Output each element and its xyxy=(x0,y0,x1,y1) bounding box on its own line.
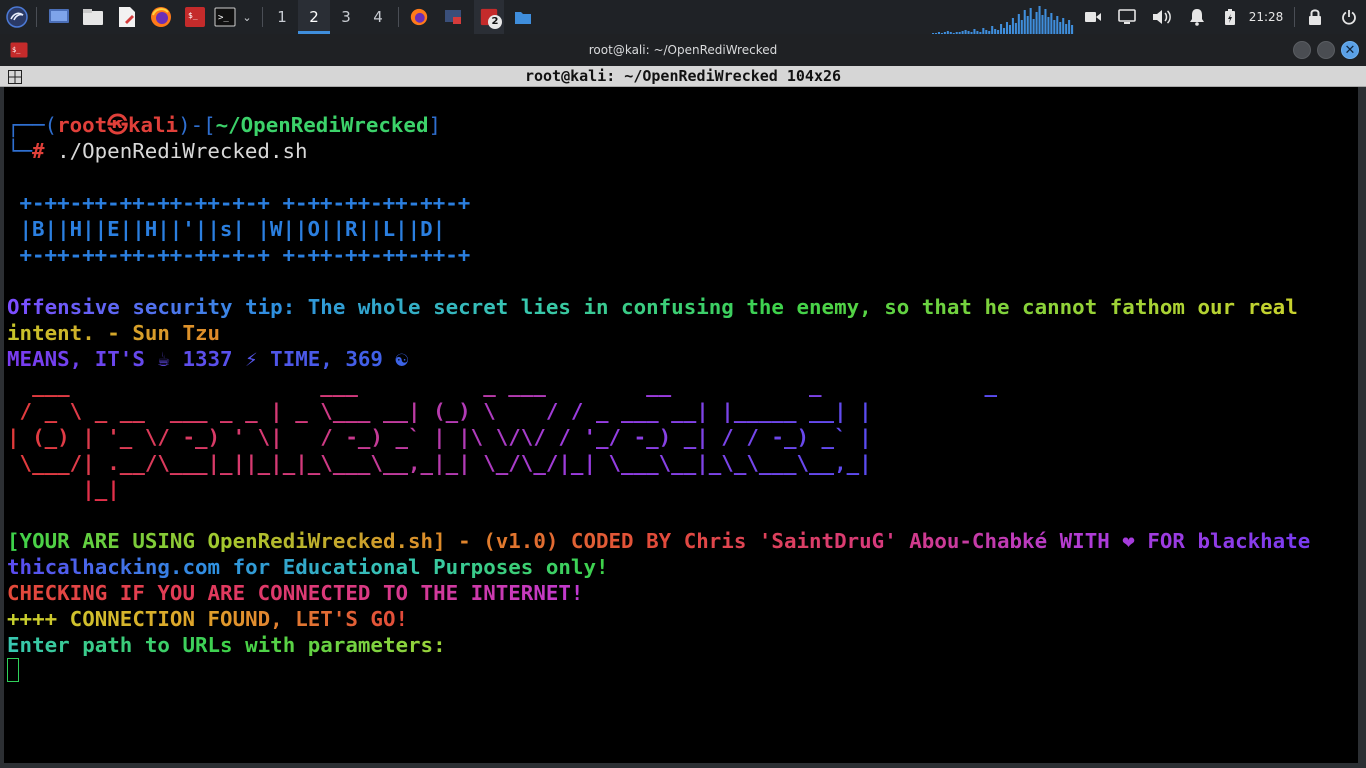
terminal-scrollbar[interactable] xyxy=(1358,87,1366,763)
banner-line-2: |B||H||E||H||'||s| |W||O||R||L||D| xyxy=(7,217,446,241)
terminal-icon[interactable]: >_ xyxy=(212,5,238,29)
cpu-graph-bar xyxy=(1026,16,1029,34)
file-manager-icon[interactable] xyxy=(80,5,106,29)
terminal-window: $_ root@kali: ~/OpenRediWrecked ✕ root@k… xyxy=(0,34,1366,768)
cpu-graph-bar xyxy=(1047,17,1050,34)
cpu-graph-bar xyxy=(1035,12,1038,34)
cpu-graph-bar xyxy=(1023,10,1026,34)
cpu-graph-bar xyxy=(1050,13,1053,34)
checking-line: CHECKING IF YOU ARE CONNECTED TO THE INT… xyxy=(7,581,584,605)
cpu-graph xyxy=(932,6,1074,34)
taskbar-firefox-icon[interactable] xyxy=(406,5,432,29)
taskbar-terminal-group[interactable]: 2 xyxy=(474,0,504,34)
svg-text:>_: >_ xyxy=(218,13,229,23)
means-line: MEANS, IT'S ☕ 1337 ⚡ TIME, 369 ☯ xyxy=(7,347,408,371)
workspace-1[interactable]: 1 xyxy=(266,0,298,34)
cpu-graph-bar xyxy=(991,26,994,34)
taskbar-folder-icon[interactable] xyxy=(510,5,536,29)
prompt-close: ] xyxy=(428,113,442,137)
prompt-corner: └─ xyxy=(7,139,33,163)
taskbar-count-badge: 2 xyxy=(488,15,502,29)
cpu-graph-bar xyxy=(1011,18,1014,34)
cpu-graph-bar xyxy=(1008,25,1011,34)
cpu-graph-bar xyxy=(1041,15,1044,34)
command-text: ./OpenRediWrecked.sh xyxy=(44,139,308,163)
workspace-2[interactable]: 2 xyxy=(298,0,330,34)
cpu-graph-bar xyxy=(1020,20,1023,34)
banner-line-3: +-++-++-++-++-++-+-+ +-++-++-++-++-+ xyxy=(7,243,471,267)
close-icon: ✕ xyxy=(1344,42,1356,58)
cpu-graph-bar xyxy=(1056,16,1059,34)
chevron-down-icon[interactable]: ⌄ xyxy=(240,5,254,29)
prompt-path: ~/OpenRediWrecked xyxy=(215,113,429,137)
volume-icon[interactable] xyxy=(1150,5,1174,29)
window-title: root@kali: ~/OpenRediWrecked xyxy=(588,43,778,57)
cpu-graph-bar xyxy=(1044,9,1047,34)
prompt-user-host: root㉿kali xyxy=(57,113,179,137)
cpu-graph-bar xyxy=(1005,22,1009,34)
security-tip-line-2: intent. - Sun Tzu xyxy=(7,321,221,345)
desktop-icon[interactable] xyxy=(46,5,72,29)
kali-menu-icon[interactable] xyxy=(4,5,30,29)
ascii-art-line-4: \___/| .__/\___|_||_|_|_\___\__,_|_| \_/… xyxy=(19,451,872,475)
clock[interactable]: 21:28 xyxy=(1246,0,1286,34)
enter-path-prompt: Enter path to URLs with parameters: xyxy=(7,633,446,657)
using-line: [YOUR ARE USING OpenRediWrecked.sh] - (v… xyxy=(7,529,1311,553)
close-button[interactable]: ✕ xyxy=(1341,41,1359,59)
connection-found-line: ++++ CONNECTION FOUND, LET'S GO! xyxy=(7,607,408,631)
terminal-cursor[interactable] xyxy=(7,658,19,682)
cpu-graph-bar xyxy=(1029,8,1032,34)
cpu-graph-bar xyxy=(1032,19,1035,34)
terminal-emulator-icon[interactable]: $_ xyxy=(182,5,208,29)
window-titlebar[interactable]: $_ root@kali: ~/OpenRediWrecked ✕ xyxy=(0,34,1366,66)
notification-bell-icon[interactable] xyxy=(1186,5,1208,29)
cpu-graph-bar xyxy=(1071,25,1074,34)
taskbar-window-icon[interactable] xyxy=(440,5,466,29)
maximize-button[interactable] xyxy=(1317,41,1335,59)
power-icon[interactable] xyxy=(1338,5,1360,29)
cpu-graph-bar xyxy=(1065,24,1068,34)
svg-text:$_: $_ xyxy=(188,11,198,20)
lock-icon[interactable] xyxy=(1304,5,1326,29)
command-line: └─# ./OpenRediWrecked.sh xyxy=(7,138,308,164)
security-tip-line-1: Offensive security tip: The whole secret… xyxy=(7,295,1298,319)
video-icon[interactable] xyxy=(1082,5,1104,29)
cpu-graph-bar xyxy=(1059,22,1062,34)
banner-line-1: +-++-++-++-++-++-+-+ +-++-++-++-++-+ xyxy=(7,191,471,215)
ascii-art-line-3: | (_) | '_ \/ -_) ' \| / -_) _` | |\ \/\… xyxy=(7,425,872,449)
text-editor-icon[interactable] xyxy=(114,5,140,29)
workspace-4[interactable]: 4 xyxy=(362,0,394,34)
ascii-art-line-2: / _ \ _ __ ___ _ _ | _ \___ __| (_) \ / … xyxy=(19,399,872,423)
prompt-hash: # xyxy=(32,139,45,163)
ascii-art-line-5: |_| xyxy=(82,477,120,501)
site-line: thicalhacking.com for Educational Purpos… xyxy=(7,555,609,579)
prompt-line: ┌──(root㉿kali)-[~/OpenRediWrecked] xyxy=(7,112,441,138)
minimize-button[interactable] xyxy=(1293,41,1311,59)
firefox-icon[interactable] xyxy=(148,5,174,29)
cpu-graph-bar xyxy=(1017,14,1020,34)
cpu-graph-bar xyxy=(1068,20,1071,34)
terminal-tab-title: root@kali: ~/OpenRediWrecked 104x26 xyxy=(524,67,842,85)
ascii-art-line-1: ___ ___ _ ___ __ _ _ xyxy=(32,373,997,397)
battery-icon[interactable] xyxy=(1220,5,1240,29)
display-icon[interactable] xyxy=(1116,5,1138,29)
prompt-mid: )-[ xyxy=(178,113,216,137)
prompt-open: ┌──( xyxy=(7,113,58,137)
cpu-graph-bar xyxy=(1038,6,1041,34)
cpu-graph-bar xyxy=(1062,18,1065,34)
terminal-output[interactable]: ┌──(root㉿kali)-[~/OpenRediWrecked] └─# .… xyxy=(4,87,1358,763)
cpu-graph-bar xyxy=(1000,24,1003,34)
cpu-graph-bar xyxy=(1014,23,1017,34)
top-panel: $_ >_ ⌄ 1 2 3 4 2 21:28 xyxy=(0,0,1366,35)
workspace-3[interactable]: 3 xyxy=(330,0,362,34)
terminal-tab-bar: root@kali: ~/OpenRediWrecked 104x26 xyxy=(0,66,1366,87)
cpu-graph-bar xyxy=(1053,20,1056,34)
